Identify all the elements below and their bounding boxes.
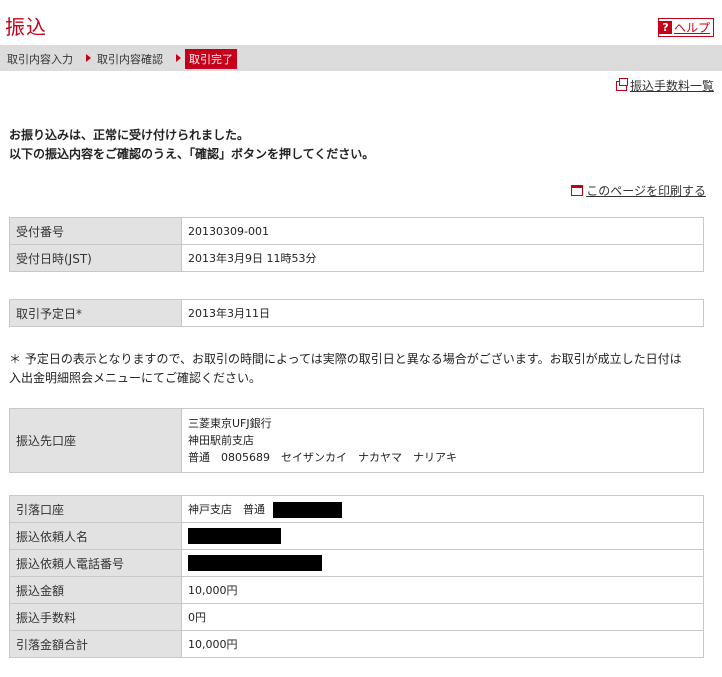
payee-table: 振込先口座 三菱東京UFJ銀行 神田駅前支店 普通 0805689 セイザンカイ…: [9, 408, 704, 473]
receipt-table: 受付番号 20130309-001 受付日時(JST) 2013年3月9日 11…: [9, 217, 704, 272]
requester-phone-value: [181, 549, 704, 577]
redacted-block: [188, 528, 281, 544]
details-table: 引落口座 神戸支店 普通 振込依頼人名 振込依頼人電話番号 振込金額 10,00…: [9, 495, 704, 658]
scheduled-date-value: 2013年3月11日: [181, 299, 704, 327]
step-arrow-icon: [176, 54, 181, 62]
note-line-2: 入出金明細照会メニューにてご確認ください。: [9, 371, 262, 385]
payee-account-label: 振込先口座: [9, 408, 182, 473]
help-link[interactable]: ? ヘルプ: [657, 18, 714, 37]
total-debit-label: 引落金額合計: [9, 630, 182, 658]
table-row: 取引予定日* 2013年3月11日: [9, 299, 704, 327]
transfer-amount-label: 振込金額: [9, 576, 182, 604]
help-label: ヘルプ: [673, 21, 710, 35]
transfer-fee-label: 振込手数料: [9, 603, 182, 631]
printer-icon: [571, 185, 584, 196]
debit-account-text: 神戸支店 普通: [188, 502, 265, 516]
payee-account-value: 三菱東京UFJ銀行 神田駅前支店 普通 0805689 セイザンカイ ナカヤマ …: [181, 408, 704, 473]
table-row: 受付日時(JST) 2013年3月9日 11時53分: [9, 244, 704, 272]
note-line-1: ＊ 予定日の表示となりますので、お取引の時間によっては実際の取引日と異なる場合が…: [9, 352, 682, 366]
scheduled-date-label: 取引予定日*: [9, 299, 182, 327]
transfer-fee-value: 0円: [181, 603, 704, 631]
payee-branch: 神田駅前支店: [188, 434, 254, 447]
fee-list-label: 振込手数料一覧: [629, 79, 714, 93]
scheduled-table: 取引予定日* 2013年3月11日: [9, 299, 704, 327]
message-line-1: お振り込みは、正常に受け付けられました。: [9, 128, 250, 142]
question-icon: ?: [658, 21, 672, 34]
print-label: このページを印刷する: [586, 184, 706, 198]
requester-phone-label: 振込依頼人電話番号: [9, 549, 182, 577]
message-line-2: 以下の振込内容をご確認のうえ、「確認」ボタンを押してください。: [9, 147, 375, 161]
step-complete: 取引完了: [185, 49, 237, 69]
table-row: 振込金額 10,000円: [9, 576, 704, 604]
table-row: 振込先口座 三菱東京UFJ銀行 神田駅前支店 普通 0805689 セイザンカイ…: [9, 408, 704, 473]
print-link[interactable]: このページを印刷する: [571, 182, 706, 199]
receipt-number-label: 受付番号: [9, 217, 182, 245]
completion-message: お振り込みは、正常に受け付けられました。 以下の振込内容をご確認のうえ、「確認」…: [9, 126, 374, 164]
debit-account-label: 引落口座: [9, 495, 182, 523]
table-row: 引落口座 神戸支店 普通: [9, 495, 704, 523]
redacted-block: [188, 555, 322, 571]
table-row: 引落金額合計 10,000円: [9, 630, 704, 658]
step-confirm: 取引内容確認: [97, 53, 163, 66]
fee-list-link[interactable]: 振込手数料一覧: [615, 77, 714, 94]
requester-name-label: 振込依頼人名: [9, 522, 182, 550]
receipt-datetime-label: 受付日時(JST): [9, 244, 182, 272]
total-debit-value: 10,000円: [181, 630, 704, 658]
step-bar: 取引内容入力 取引内容確認 取引完了: [0, 45, 722, 71]
step-arrow-icon: [86, 54, 91, 62]
requester-name-value: [181, 522, 704, 550]
redacted-block: [272, 501, 342, 518]
payee-bank: 三菱東京UFJ銀行: [188, 417, 272, 430]
step-input: 取引内容入力: [7, 53, 73, 66]
new-window-icon: [615, 77, 628, 91]
debit-account-value: 神戸支店 普通: [181, 495, 704, 523]
receipt-datetime-value: 2013年3月9日 11時53分: [181, 244, 704, 272]
receipt-number-value: 20130309-001: [181, 217, 704, 245]
table-row: 受付番号 20130309-001: [9, 217, 704, 245]
payee-account: 普通 0805689 セイザンカイ ナカヤマ ナリアキ: [188, 451, 457, 464]
schedule-note: ＊ 予定日の表示となりますので、お取引の時間によっては実際の取引日と異なる場合が…: [9, 350, 709, 388]
page-title: 振込: [5, 15, 47, 39]
transfer-amount-value: 10,000円: [181, 576, 704, 604]
table-row: 振込手数料 0円: [9, 603, 704, 631]
table-row: 振込依頼人名: [9, 522, 704, 550]
table-row: 振込依頼人電話番号: [9, 549, 704, 577]
